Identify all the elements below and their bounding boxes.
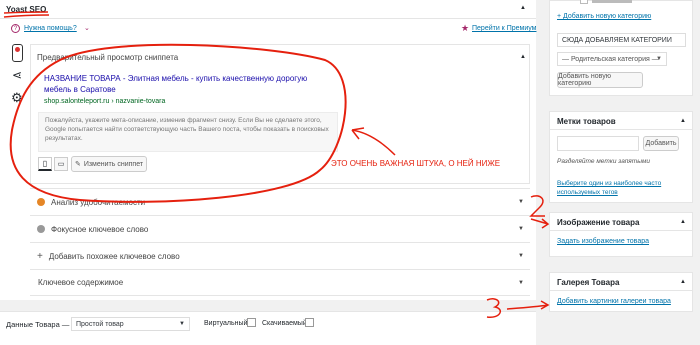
plus-icon: + xyxy=(37,250,43,262)
downloadable-checkbox[interactable] xyxy=(305,318,314,327)
tags-hint: Разделяйте метки запятыми xyxy=(557,158,651,165)
parent-category-value: — Родительская категория — xyxy=(562,55,659,63)
product-type-select[interactable]: Простой товар ▼ xyxy=(71,317,190,331)
divider xyxy=(549,290,693,291)
divider xyxy=(549,129,693,130)
yoast-title: Yoast SEO xyxy=(6,5,47,14)
caret-down-icon: ▼ xyxy=(518,279,524,286)
gear-icon[interactable]: ⚙ xyxy=(11,90,23,106)
new-category-value: СЮДА ДОБАВЛЯЕМ КАТЕГОРИИ xyxy=(562,36,672,44)
focus-keyword-label: Фокусное ключевое слово xyxy=(51,224,149,234)
virtual-checkbox[interactable] xyxy=(247,318,256,327)
collapse-arrow-icon[interactable]: ▲ xyxy=(680,279,686,285)
help-icon: ? xyxy=(11,24,20,33)
tags-title: Метки товаров xyxy=(557,117,616,126)
collapse-arrow-icon[interactable]: ▲ xyxy=(680,219,686,225)
product-type-value: Простой товар xyxy=(76,320,124,328)
snippet-url: shop.salonteleport.ru › nazvanie-tovara xyxy=(44,98,166,105)
snippet-description: Пожалуйста, укажите мета-описание, измен… xyxy=(38,112,338,152)
premium-link[interactable]: Перейти к Премиум xyxy=(472,25,536,32)
downloadable-label: Скачиваемый: xyxy=(262,320,309,327)
focus-keyword-row[interactable]: Фокусное ключевое слово ▼ xyxy=(30,215,530,242)
pencil-icon: ✎ xyxy=(74,161,81,168)
caret-down-icon: ▼ xyxy=(518,253,524,259)
annotation-important: ЭТО ОЧЕНЬ ВАЖНАЯ ШТУКА, О НЕЙ НИЖЕ xyxy=(331,159,501,168)
product-image-title: Изображение товара xyxy=(557,218,640,227)
set-product-image-link[interactable]: Задать изображение товара xyxy=(557,238,649,245)
tags-choose-link[interactable]: Выберите один из наиболее часто использу… xyxy=(557,179,687,197)
cornerstone-row[interactable]: Ключевое содержимое ▼ xyxy=(30,269,530,296)
category-checkbox[interactable] xyxy=(580,0,588,4)
cornerstone-label: Ключевое содержимое xyxy=(38,278,124,287)
help-link[interactable]: Нужна помощь? xyxy=(24,25,77,32)
edit-snippet-label: Изменить сниппет xyxy=(83,160,144,168)
desktop-preview-button[interactable]: ▭ xyxy=(54,157,68,171)
add-gallery-images-link[interactable]: Добавить картинки галереи товара xyxy=(557,298,671,305)
chevron-down-icon: ▼ xyxy=(656,56,662,62)
category-checkbox-label xyxy=(592,0,632,3)
caret-down-icon: ▼ xyxy=(518,226,524,232)
share-icon[interactable]: ⋖ xyxy=(12,68,22,82)
add-category-link[interactable]: + Добавить новую категорию xyxy=(557,13,651,20)
star-icon: ★ xyxy=(461,23,470,33)
new-category-input[interactable]: СЮДА ДОБАВЛЯЕМ КАТЕГОРИИ xyxy=(557,33,686,47)
related-keyword-label: Добавить похожее ключевое слово xyxy=(48,251,180,261)
mobile-preview-button[interactable]: ▯ xyxy=(38,157,52,171)
collapse-arrow-icon[interactable]: ▲ xyxy=(520,54,526,60)
divider xyxy=(549,230,693,231)
readability-dot-icon xyxy=(37,198,45,206)
readability-row[interactable]: Анализ удобочитаемости ▼ xyxy=(30,188,530,215)
add-category-button[interactable]: Добавить новую категорию xyxy=(557,72,643,88)
product-data-label: Данные Товара — xyxy=(6,320,70,329)
collapse-arrow-icon[interactable]: ▲ xyxy=(680,118,686,124)
chevron-down-icon: ▼ xyxy=(179,321,185,327)
annotation-arrow-3 xyxy=(506,300,550,310)
seo-traffic-light-icon[interactable] xyxy=(12,44,23,62)
chevron-down-icon[interactable]: ⌄ xyxy=(84,24,90,32)
divider xyxy=(0,18,536,19)
preview-heading: Предварительный просмотр сниппета xyxy=(37,53,179,62)
parent-category-select[interactable]: — Родительская категория — ▼ xyxy=(557,52,667,66)
edit-snippet-button[interactable]: ✎ Изменить сниппет xyxy=(71,156,147,172)
related-keyword-row[interactable]: + Добавить похожее ключевое слово ▼ xyxy=(30,242,530,269)
caret-down-icon: ▼ xyxy=(518,199,524,205)
readability-label: Анализ удобочитаемости xyxy=(51,197,146,207)
tags-add-button[interactable]: Добавить xyxy=(643,136,679,151)
collapse-arrow-icon[interactable]: ▲ xyxy=(520,5,526,11)
snippet-title: НАЗВАНИЕ ТОВАРА - Элитная мебель - купит… xyxy=(44,74,308,94)
tags-input[interactable] xyxy=(557,136,639,151)
virtual-label: Виртуальный: xyxy=(204,320,250,327)
focus-keyword-dot-icon xyxy=(37,225,45,233)
product-gallery-title: Галерея Товара xyxy=(557,278,620,287)
